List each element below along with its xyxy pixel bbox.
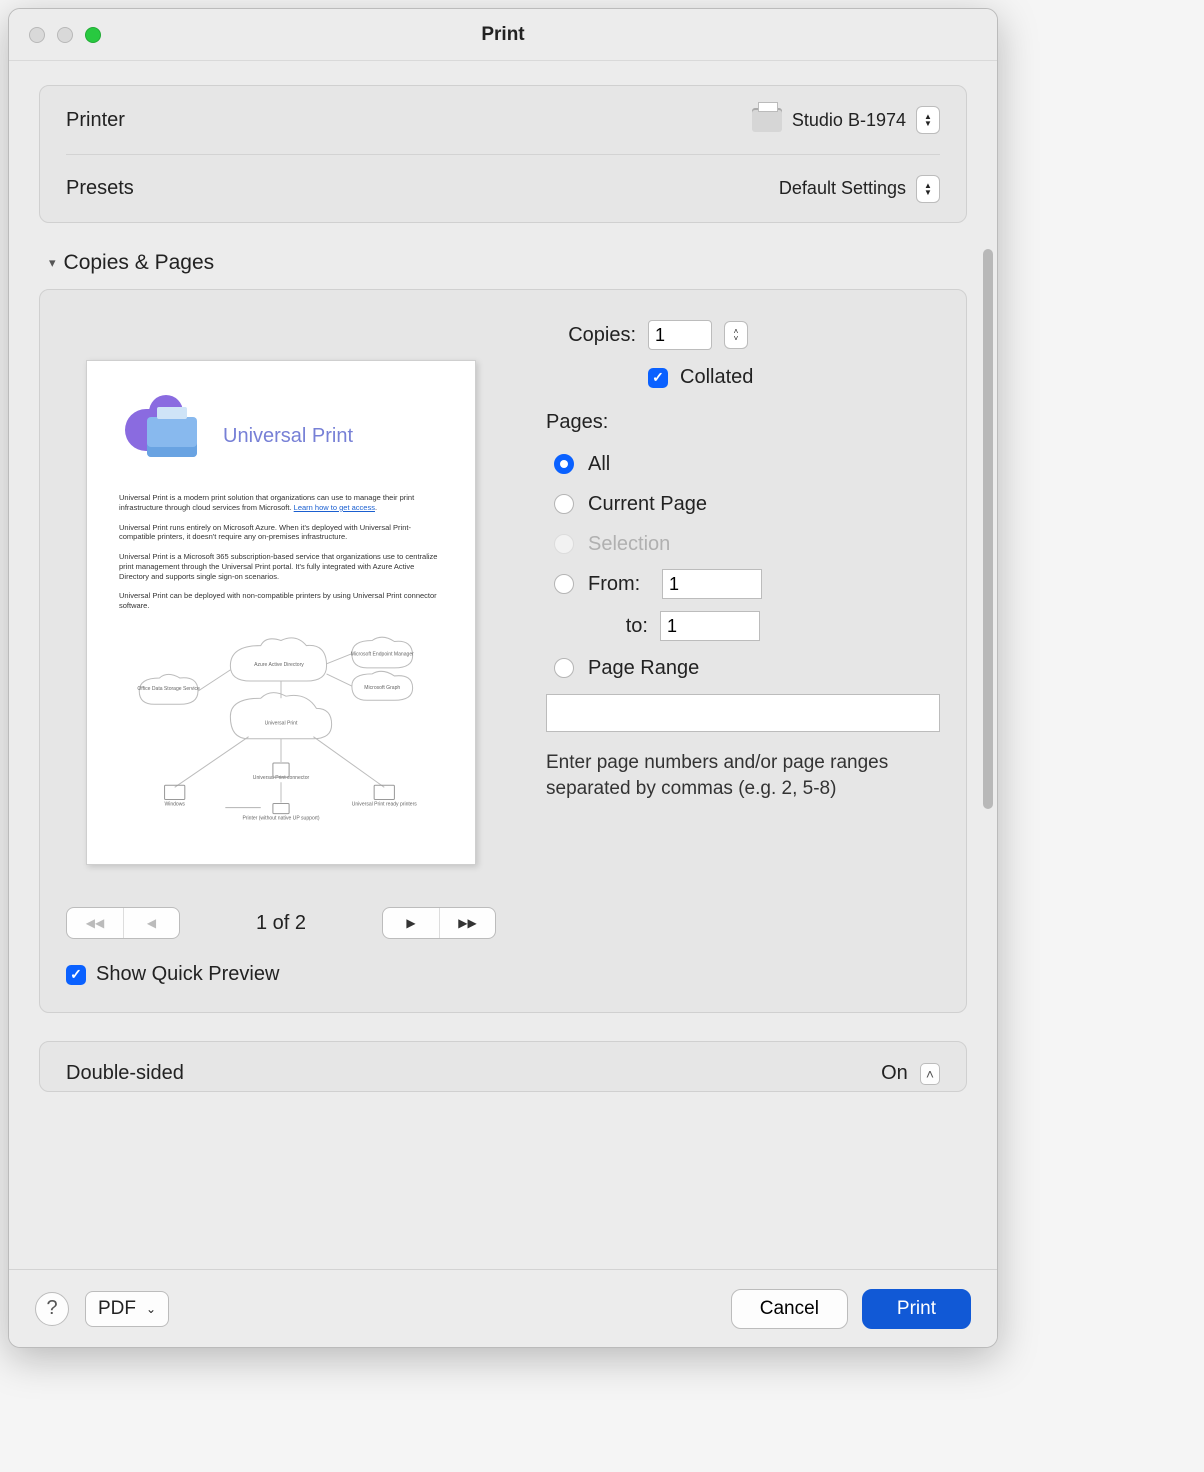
svg-text:Microsoft Graph: Microsoft Graph <box>364 685 400 691</box>
page-range-hint: Enter page numbers and/or page ranges se… <box>546 750 940 801</box>
pages-selection-label: Selection <box>588 533 670 556</box>
pages-from-radio[interactable] <box>554 574 574 594</box>
printer-row: Printer Studio B-1974 ▲▼ <box>66 86 940 154</box>
universal-print-icon <box>119 401 209 471</box>
collated-row[interactable]: ✓ Collated <box>546 366 940 389</box>
copies-row: Copies: ˄˅ <box>546 320 940 350</box>
page-indicator: 1 of 2 <box>256 912 306 935</box>
pager-back-buttons: ◀◀ ◀ <box>66 907 180 939</box>
double-sided-label: Double-sided <box>66 1062 184 1085</box>
pages-to-row: to: <box>588 604 940 648</box>
page-preview[interactable]: Universal Print Universal Print is a mod… <box>86 360 476 865</box>
to-input[interactable] <box>660 611 760 641</box>
copies-pages-panel: Universal Print Universal Print is a mod… <box>39 289 967 1013</box>
pages-radio-group: All Current Page Selection From: <box>546 444 940 688</box>
chevron-down-icon: ⌄ <box>146 1302 156 1316</box>
page-range-input[interactable] <box>546 694 940 732</box>
presets-row: Presets Default Settings ▲▼ <box>66 154 940 222</box>
from-input[interactable] <box>662 569 762 599</box>
window-title: Print <box>9 24 997 46</box>
doc-paragraph: Universal Print runs entirely on Microso… <box>119 523 443 543</box>
show-quick-preview-checkbox[interactable]: ✓ <box>66 965 86 985</box>
help-button[interactable]: ? <box>35 1292 69 1326</box>
printer-presets-panel: Printer Studio B-1974 ▲▼ Presets Default… <box>39 85 967 223</box>
pages-range-label: Page Range <box>588 657 699 680</box>
pages-selection-row: Selection <box>554 524 940 564</box>
printer-label: Printer <box>66 109 125 132</box>
architecture-diagram: Azure Active Directory Microsoft Endpoin… <box>119 629 443 834</box>
printer-icon <box>752 108 782 132</box>
copies-label: Copies: <box>546 324 636 347</box>
chevron-up-icon: ˄ <box>920 1063 940 1085</box>
preview-column: Universal Print Universal Print is a mod… <box>66 320 496 986</box>
cancel-button[interactable]: Cancel <box>731 1289 848 1329</box>
pdf-dropdown[interactable]: PDF ⌄ <box>85 1291 169 1327</box>
pages-label: Pages: <box>546 411 940 434</box>
doc-title: Universal Print <box>223 425 353 448</box>
options-column: Copies: ˄˅ ✓ Collated Pages: All <box>546 320 940 986</box>
printer-select[interactable]: Studio B-1974 ▲▼ <box>752 106 940 134</box>
learn-link: Learn how to get access <box>294 503 375 512</box>
print-button[interactable]: Print <box>862 1289 971 1329</box>
updown-icon: ▲▼ <box>916 175 940 203</box>
show-quick-preview-label: Show Quick Preview <box>96 963 279 986</box>
pdf-label: PDF <box>98 1298 136 1320</box>
pages-current-radio[interactable] <box>554 494 574 514</box>
chevron-down-icon: ▾ <box>49 255 56 271</box>
pages-range-row[interactable]: Page Range <box>554 648 940 688</box>
doc-header: Universal Print <box>119 401 443 471</box>
copies-input[interactable] <box>648 320 712 350</box>
pager-fwd-buttons: ▶ ▶▶ <box>382 907 496 939</box>
presets-value: Default Settings <box>779 178 906 199</box>
presets-select[interactable]: Default Settings ▲▼ <box>779 175 940 203</box>
svg-text:Universal Print ready printers: Universal Print ready printers <box>352 801 418 807</box>
dialog-footer: ? PDF ⌄ Cancel Print <box>9 1269 997 1347</box>
pages-all-radio[interactable] <box>554 454 574 474</box>
pages-all-row[interactable]: All <box>554 444 940 484</box>
printer-value: Studio B-1974 <box>792 110 906 131</box>
from-label: From: <box>588 573 648 596</box>
show-quick-preview-row[interactable]: ✓ Show Quick Preview <box>66 963 496 986</box>
preview-pager: ◀◀ ◀ 1 of 2 ▶ ▶▶ <box>66 907 496 939</box>
svg-text:Azure Active Directory: Azure Active Directory <box>254 662 304 668</box>
pages-from-row[interactable]: From: <box>554 564 940 604</box>
print-dialog-window: Print Printer Studio B-1974 ▲▼ Presets D… <box>8 8 998 1348</box>
scrollbar[interactable] <box>983 249 993 809</box>
pages-all-label: All <box>588 453 610 476</box>
collated-checkbox[interactable]: ✓ <box>648 368 668 388</box>
svg-text:Printer (without native UP sup: Printer (without native UP support) <box>242 815 319 821</box>
svg-text:Microsoft Endpoint Manager: Microsoft Endpoint Manager <box>351 651 414 657</box>
svg-text:Windows: Windows <box>164 801 185 807</box>
pages-range-radio[interactable] <box>554 658 574 678</box>
copies-pages-disclosure[interactable]: ▾ Copies & Pages <box>49 251 967 275</box>
pages-current-row[interactable]: Current Page <box>554 484 940 524</box>
section-title: Copies & Pages <box>64 251 215 275</box>
next-page-button[interactable]: ▶ <box>383 908 439 938</box>
pages-selection-radio <box>554 534 574 554</box>
svg-text:Office Data Storage Service: Office Data Storage Service <box>137 686 200 692</box>
collated-label: Collated <box>680 366 753 389</box>
copies-stepper[interactable]: ˄˅ <box>724 321 748 349</box>
last-page-button[interactable]: ▶▶ <box>439 908 495 938</box>
doc-paragraph: Universal Print is a Microsoft 365 subsc… <box>119 552 443 581</box>
pages-current-label: Current Page <box>588 493 707 516</box>
first-page-button[interactable]: ◀◀ <box>67 908 123 938</box>
svg-text:Universal Print: Universal Print <box>265 720 298 726</box>
double-sided-panel[interactable]: Double-sided On ˄ <box>39 1041 967 1092</box>
double-sided-value: On <box>881 1062 908 1085</box>
dialog-content: Printer Studio B-1974 ▲▼ Presets Default… <box>9 61 997 1269</box>
presets-label: Presets <box>66 177 134 200</box>
titlebar: Print <box>9 9 997 61</box>
doc-paragraph: Universal Print is a modern print soluti… <box>119 493 443 513</box>
svg-text:Universal Print connector: Universal Print connector <box>253 775 310 781</box>
to-label: to: <box>588 615 648 638</box>
doc-paragraph: Universal Print can be deployed with non… <box>119 591 443 611</box>
updown-icon: ▲▼ <box>916 106 940 134</box>
prev-page-button[interactable]: ◀ <box>123 908 179 938</box>
